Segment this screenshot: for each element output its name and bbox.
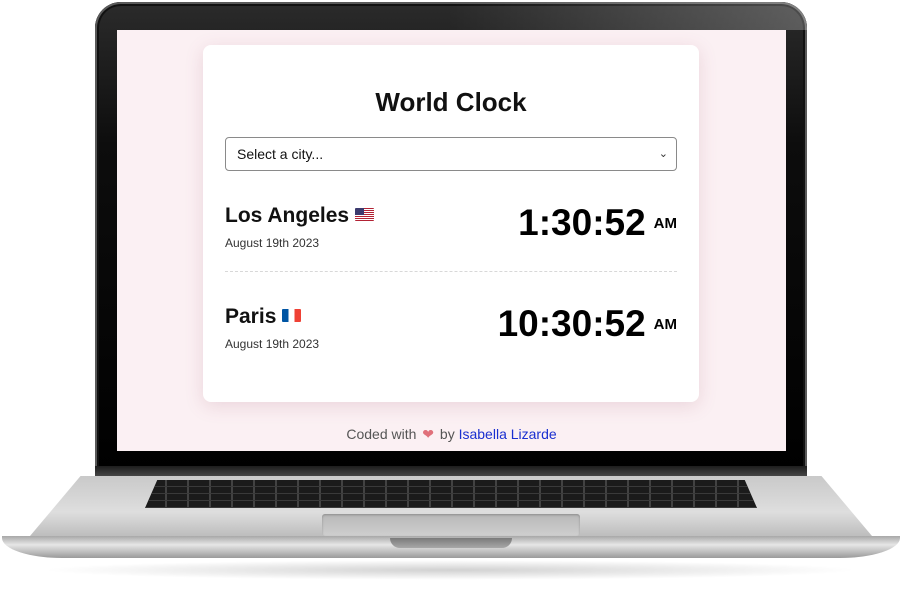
- author-link[interactable]: Isabella Lizarde: [459, 426, 557, 442]
- city-row-los-angeles: Los Angeles August 19th 2023 1:30:52 AM: [225, 202, 677, 262]
- city-select-value: Select a city...: [237, 146, 324, 162]
- city-name: Paris: [225, 305, 302, 329]
- heart-icon: ❤: [422, 426, 435, 442]
- city-time: 1:30:52 AM: [518, 202, 677, 244]
- footer-prefix: Coded with: [346, 426, 417, 442]
- city-date: August 19th 2023: [225, 337, 320, 351]
- footer: Coded with ❤ by Isabella Lizarde: [117, 426, 786, 443]
- city-select[interactable]: Select a city... ⌄: [225, 137, 677, 171]
- time-period: AM: [653, 214, 677, 232]
- time-value: 1:30:52: [518, 202, 646, 243]
- chevron-down-icon: ⌄: [658, 148, 668, 160]
- row-divider: [225, 271, 677, 272]
- touchpad: [322, 514, 580, 536]
- laptop-notch: [390, 538, 512, 548]
- page-title: World Clock: [375, 87, 527, 117]
- world-clock-card: World Clock Select a city... ⌄ Los Angel…: [203, 45, 699, 402]
- laptop-shadow: [40, 560, 860, 580]
- footer-by: by: [439, 426, 455, 442]
- laptop-screen: World Clock Select a city... ⌄ Los Angel…: [117, 30, 786, 451]
- us-flag-icon: [355, 208, 375, 221]
- laptop-mockup: World Clock Select a city... ⌄ Los Angel…: [0, 0, 900, 599]
- keyboard-rows: [145, 480, 757, 508]
- time-period: AM: [653, 315, 677, 333]
- time-value: 10:30:52: [497, 303, 646, 344]
- city-date: August 19th 2023: [225, 236, 320, 250]
- lid-glare: [447, 2, 807, 30]
- city-name: Los Angeles: [225, 204, 375, 228]
- city-row-paris: Paris August 19th 2023 10:30:52 AM: [225, 303, 677, 363]
- city-time: 10:30:52 AM: [498, 303, 677, 345]
- france-flag-icon: [282, 309, 302, 322]
